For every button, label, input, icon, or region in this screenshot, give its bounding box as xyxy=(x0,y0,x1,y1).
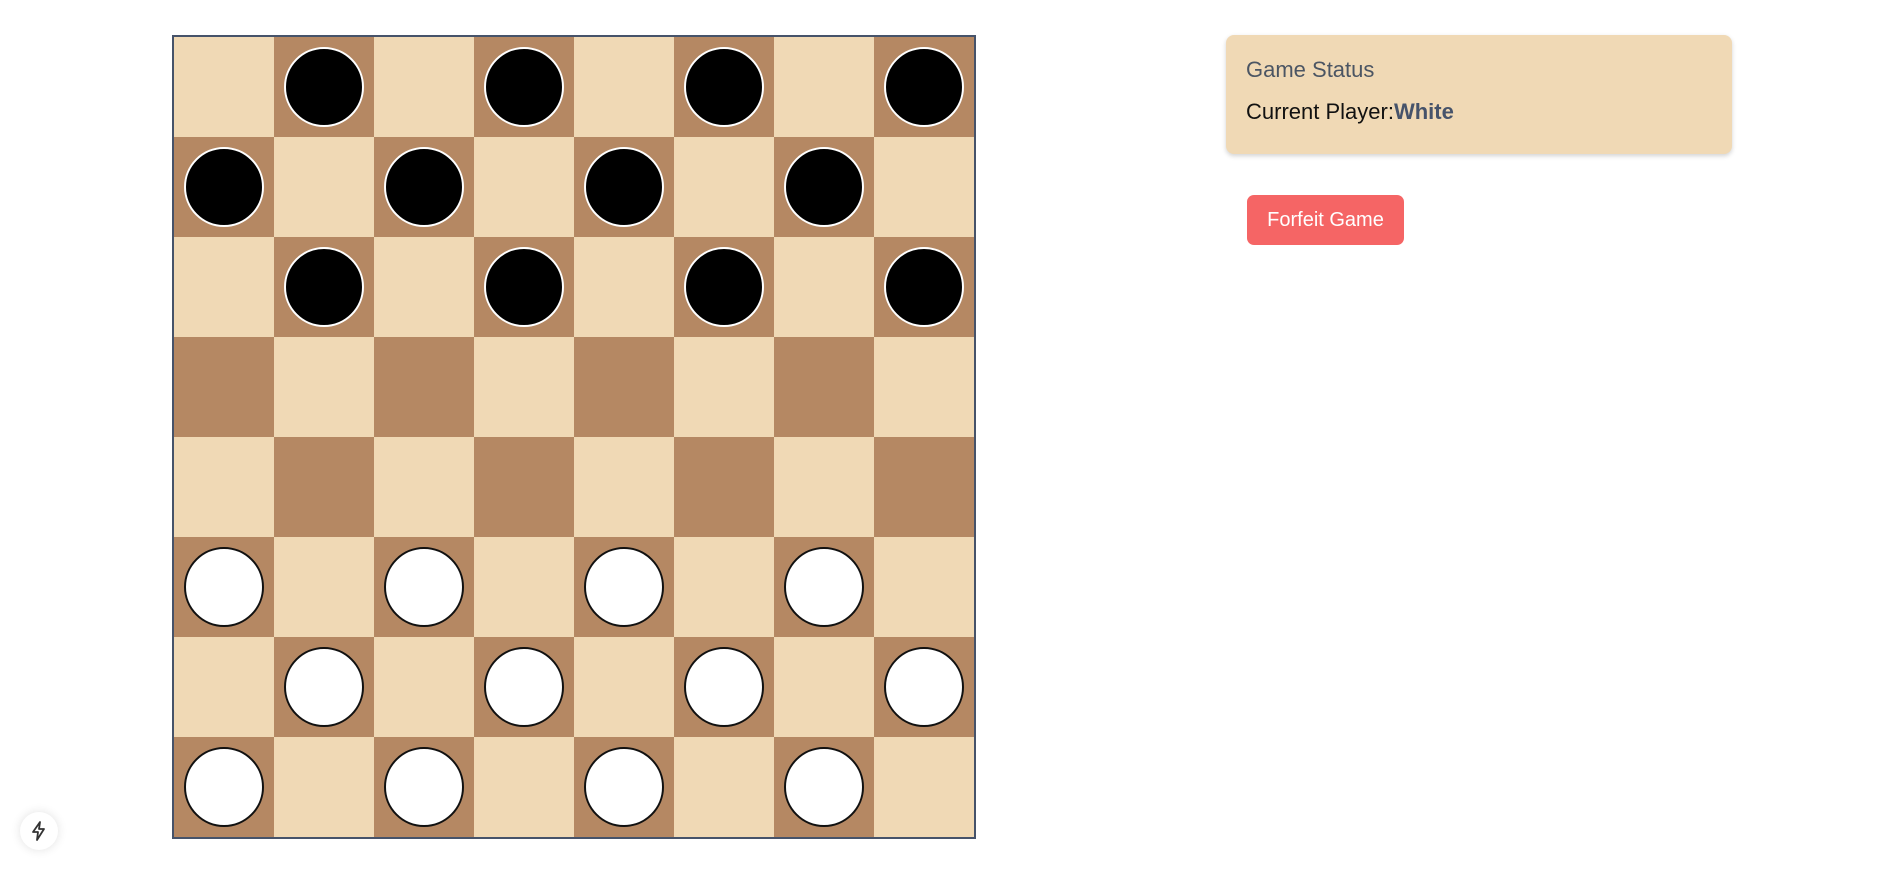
lightning-icon xyxy=(32,821,45,841)
board-square[interactable] xyxy=(274,637,374,737)
board-square[interactable] xyxy=(874,637,974,737)
forfeit-game-button[interactable]: Forfeit Game xyxy=(1247,195,1404,245)
board-square[interactable] xyxy=(674,137,774,237)
white-checker-piece[interactable] xyxy=(484,647,564,727)
board-square[interactable] xyxy=(874,337,974,437)
board-square[interactable] xyxy=(874,737,974,837)
white-checker-piece[interactable] xyxy=(384,747,464,827)
board-square[interactable] xyxy=(274,237,374,337)
board-square[interactable] xyxy=(674,437,774,537)
white-checker-piece[interactable] xyxy=(184,747,264,827)
board-square[interactable] xyxy=(174,637,274,737)
board-square[interactable] xyxy=(374,337,474,437)
checkers-board[interactable] xyxy=(172,35,976,839)
board-square[interactable] xyxy=(874,237,974,337)
white-checker-piece[interactable] xyxy=(284,647,364,727)
board-square[interactable] xyxy=(174,737,274,837)
board-square[interactable] xyxy=(574,437,674,537)
board-square[interactable] xyxy=(674,737,774,837)
board-square[interactable] xyxy=(774,437,874,537)
white-checker-piece[interactable] xyxy=(384,547,464,627)
white-checker-piece[interactable] xyxy=(884,647,964,727)
board-square[interactable] xyxy=(874,437,974,537)
board-square[interactable] xyxy=(674,337,774,437)
current-player-line: Current Player:White xyxy=(1246,101,1712,123)
board-square[interactable] xyxy=(174,137,274,237)
board-square[interactable] xyxy=(774,337,874,437)
board-square[interactable] xyxy=(574,737,674,837)
black-checker-piece[interactable] xyxy=(884,47,964,127)
black-checker-piece[interactable] xyxy=(184,147,264,227)
board-square[interactable] xyxy=(574,337,674,437)
board-square[interactable] xyxy=(274,537,374,637)
board-square[interactable] xyxy=(474,37,574,137)
board-square[interactable] xyxy=(574,537,674,637)
black-checker-piece[interactable] xyxy=(484,47,564,127)
black-checker-piece[interactable] xyxy=(784,147,864,227)
current-player-value: White xyxy=(1393,99,1454,124)
black-checker-piece[interactable] xyxy=(684,247,764,327)
board-square[interactable] xyxy=(274,37,374,137)
corner-badge-button[interactable] xyxy=(20,812,58,850)
board-square[interactable] xyxy=(474,737,574,837)
board-square[interactable] xyxy=(774,637,874,737)
board-square[interactable] xyxy=(574,137,674,237)
board-square[interactable] xyxy=(374,737,474,837)
board-square[interactable] xyxy=(774,537,874,637)
board-square[interactable] xyxy=(574,237,674,337)
board-square[interactable] xyxy=(774,137,874,237)
board-square[interactable] xyxy=(274,137,374,237)
board-square[interactable] xyxy=(374,37,474,137)
white-checker-piece[interactable] xyxy=(584,747,664,827)
board-square[interactable] xyxy=(474,237,574,337)
board-square[interactable] xyxy=(374,637,474,737)
board-square[interactable] xyxy=(674,37,774,137)
board-square[interactable] xyxy=(174,437,274,537)
board-square[interactable] xyxy=(274,437,374,537)
status-title: Game Status xyxy=(1246,57,1375,82)
board-square[interactable] xyxy=(274,337,374,437)
board-square[interactable] xyxy=(874,537,974,637)
board-square[interactable] xyxy=(574,637,674,737)
black-checker-piece[interactable] xyxy=(284,247,364,327)
board-square[interactable] xyxy=(174,37,274,137)
black-checker-piece[interactable] xyxy=(484,247,564,327)
board-square[interactable] xyxy=(574,37,674,137)
board-square[interactable] xyxy=(374,237,474,337)
current-player-label: Current Player: xyxy=(1246,99,1394,124)
board-square[interactable] xyxy=(774,737,874,837)
board-square[interactable] xyxy=(474,437,574,537)
white-checker-piece[interactable] xyxy=(784,547,864,627)
board-square[interactable] xyxy=(174,537,274,637)
white-checker-piece[interactable] xyxy=(684,647,764,727)
board-square[interactable] xyxy=(374,537,474,637)
board-square[interactable] xyxy=(674,537,774,637)
board-square[interactable] xyxy=(174,237,274,337)
board-square[interactable] xyxy=(474,137,574,237)
white-checker-piece[interactable] xyxy=(584,547,664,627)
board-square[interactable] xyxy=(474,537,574,637)
game-status-panel: Game Status Current Player:White xyxy=(1226,35,1732,154)
board-square[interactable] xyxy=(374,437,474,537)
board-square[interactable] xyxy=(474,637,574,737)
white-checker-piece[interactable] xyxy=(784,747,864,827)
board-square[interactable] xyxy=(674,637,774,737)
black-checker-piece[interactable] xyxy=(284,47,364,127)
board-square[interactable] xyxy=(474,337,574,437)
game-page: Game Status Current Player:White Forfeit… xyxy=(0,0,1894,869)
board-square[interactable] xyxy=(274,737,374,837)
board-square[interactable] xyxy=(174,337,274,437)
board-square[interactable] xyxy=(374,137,474,237)
board-square[interactable] xyxy=(674,237,774,337)
black-checker-piece[interactable] xyxy=(884,247,964,327)
white-checker-piece[interactable] xyxy=(184,547,264,627)
board-square[interactable] xyxy=(874,137,974,237)
board-square[interactable] xyxy=(774,237,874,337)
black-checker-piece[interactable] xyxy=(384,147,464,227)
board-square[interactable] xyxy=(774,37,874,137)
black-checker-piece[interactable] xyxy=(584,147,664,227)
board-square[interactable] xyxy=(874,37,974,137)
black-checker-piece[interactable] xyxy=(684,47,764,127)
